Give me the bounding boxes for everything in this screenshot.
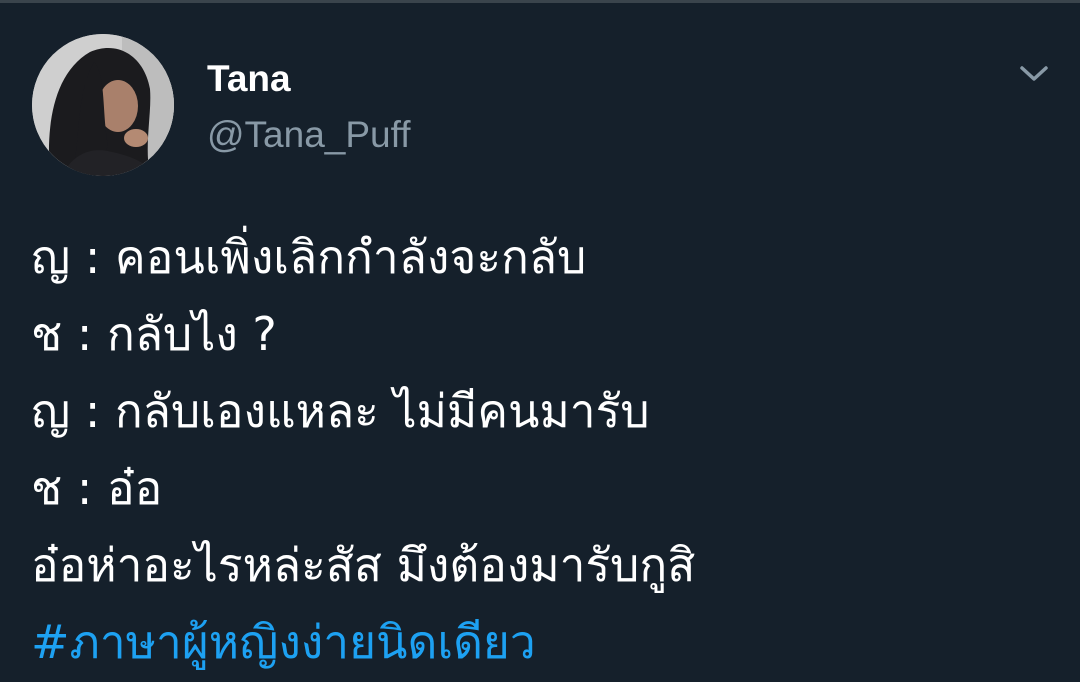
- author-handle[interactable]: @Tana_Puff: [207, 113, 411, 157]
- tweet-line: ช : อ๋อ: [31, 461, 163, 515]
- avatar[interactable]: [32, 34, 174, 176]
- tweet-text: ญ : คอนเพิ่งเลิกกำลังจะกลับ ช : กลับไง ?…: [31, 219, 1061, 681]
- tweet-line: ญ : คอนเพิ่งเลิกกำลังจะกลับ: [31, 230, 587, 284]
- author-display-name[interactable]: Tana: [207, 57, 291, 101]
- tweet-line: ช : กลับไง ?: [31, 307, 277, 361]
- tweet-line: อ๋อห่าอะไรหล่ะสัส มึงต้องมารับกูสิ: [31, 538, 696, 592]
- tweet-line: ญ : กลับเองแหละ ไม่มีคนมารับ: [31, 384, 650, 438]
- profile-photo-icon: [32, 34, 174, 176]
- tweet-menu-button[interactable]: [1014, 58, 1054, 90]
- chevron-down-icon: [1020, 66, 1048, 81]
- tweet-card: Tana @Tana_Puff ญ : คอนเพิ่งเลิกกำลังจะก…: [0, 0, 1080, 682]
- hashtag-link[interactable]: #ภาษาผู้หญิงง่ายนิดเดียว: [31, 604, 1061, 681]
